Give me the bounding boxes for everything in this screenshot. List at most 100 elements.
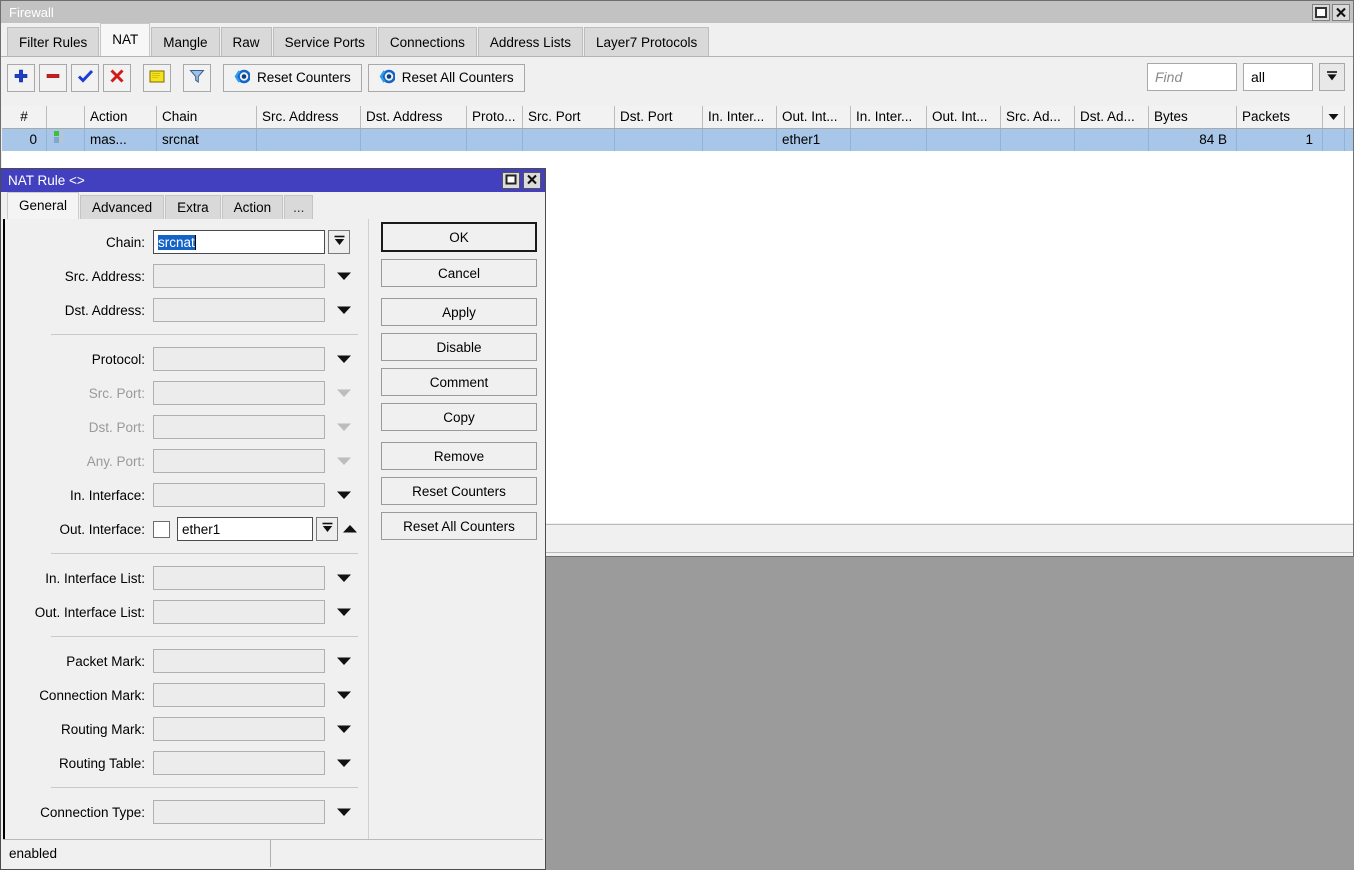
tab-service-ports[interactable]: Service Ports bbox=[273, 27, 377, 56]
input-routing-table[interactable] bbox=[153, 751, 325, 775]
input-any-port[interactable] bbox=[153, 449, 325, 473]
input-src-address[interactable] bbox=[153, 264, 325, 288]
input-in-interface-list[interactable] bbox=[153, 566, 325, 590]
input-out-interface[interactable]: ether1 bbox=[177, 517, 313, 541]
column-header-bytes[interactable]: Bytes bbox=[1149, 106, 1237, 128]
column-header-dst-ad[interactable]: Dst. Ad... bbox=[1075, 106, 1149, 128]
dialog-tab-general[interactable]: General bbox=[7, 192, 79, 219]
tab-mangle[interactable]: Mangle bbox=[151, 27, 219, 56]
label-in-interface-list: In. Interface List: bbox=[5, 571, 153, 586]
column-header-blank-17[interactable] bbox=[1323, 106, 1345, 128]
filter-dropdown-button[interactable] bbox=[1319, 63, 1345, 91]
input-packet-mark[interactable] bbox=[153, 649, 325, 673]
disable-button[interactable] bbox=[103, 64, 131, 92]
cancel-button[interactable]: Cancel bbox=[381, 259, 537, 287]
input-chain[interactable]: srcnat bbox=[153, 230, 325, 254]
close-button[interactable] bbox=[1332, 4, 1350, 21]
input-protocol[interactable] bbox=[153, 347, 325, 371]
dropdown-arrow-in-interface[interactable] bbox=[331, 488, 357, 503]
dropdown-arrow-routing-table[interactable] bbox=[331, 756, 357, 771]
tab-address-lists[interactable]: Address Lists bbox=[478, 27, 583, 56]
dialog-tab-more[interactable]: ... bbox=[284, 195, 313, 219]
dialog-maximize-button[interactable] bbox=[502, 172, 520, 189]
tab-nat[interactable]: NAT bbox=[100, 23, 150, 56]
column-header-src-port[interactable]: Src. Port bbox=[523, 106, 615, 128]
dropdown-arrow-in-interface-list[interactable] bbox=[331, 571, 357, 586]
comment-button[interactable]: Comment bbox=[381, 368, 537, 396]
input-out-interface-list[interactable] bbox=[153, 600, 325, 624]
comment-button[interactable] bbox=[143, 64, 171, 92]
remove-button[interactable]: Remove bbox=[381, 442, 537, 470]
disable-button[interactable]: Disable bbox=[381, 333, 537, 361]
dropdown-arrow-connection-type[interactable] bbox=[331, 805, 357, 820]
dropdown-arrow-any-port[interactable] bbox=[331, 454, 357, 469]
column-header-out-int[interactable]: Out. Int... bbox=[777, 106, 851, 128]
column-header-in-inter[interactable]: In. Inter... bbox=[703, 106, 777, 128]
dropdown-arrow-connection-mark[interactable] bbox=[331, 688, 357, 703]
tab-filter-rules[interactable]: Filter Rules bbox=[7, 27, 99, 56]
remove-button[interactable] bbox=[39, 64, 67, 92]
reset-counters-button[interactable]: Reset Counters bbox=[381, 477, 537, 505]
enable-button[interactable] bbox=[71, 64, 99, 92]
input-connection-mark[interactable] bbox=[153, 683, 325, 707]
dialog-close-button[interactable] bbox=[523, 172, 541, 189]
tab-connections[interactable]: Connections bbox=[378, 27, 477, 56]
column-header-dst-port[interactable]: Dst. Port bbox=[615, 106, 703, 128]
table-body[interactable]: 0mas...srcnatether184 B1 bbox=[2, 129, 1353, 151]
input-src-port[interactable] bbox=[153, 381, 325, 405]
tab-raw[interactable]: Raw bbox=[221, 27, 272, 56]
column-header-packets[interactable]: Packets bbox=[1237, 106, 1323, 128]
table-row[interactable]: 0mas...srcnatether184 B1 bbox=[2, 129, 1353, 151]
cell-src-address bbox=[257, 129, 361, 151]
column-header-src-ad[interactable]: Src. Ad... bbox=[1001, 106, 1075, 128]
dropdown-button-chain[interactable] bbox=[328, 230, 350, 254]
input-dst-address[interactable] bbox=[153, 298, 325, 322]
column-header-src-address[interactable]: Src. Address bbox=[257, 106, 361, 128]
minus-icon bbox=[45, 68, 61, 87]
dropdown-arrow-routing-mark[interactable] bbox=[331, 722, 357, 737]
dialog-tabstrip[interactable]: GeneralAdvancedExtraAction... bbox=[1, 192, 545, 219]
cell-dst-address bbox=[361, 129, 467, 151]
reset-all-counters-button[interactable]: Reset All Counters bbox=[381, 512, 537, 540]
input-routing-mark[interactable] bbox=[153, 717, 325, 741]
negate-toggle-out-interface[interactable] bbox=[338, 522, 362, 537]
dropdown-arrow-dst-address[interactable] bbox=[331, 303, 357, 318]
cell-blank-17 bbox=[1323, 129, 1345, 151]
dropdown-arrow-src-port[interactable] bbox=[331, 386, 357, 401]
dialog-tab-action[interactable]: Action bbox=[222, 195, 284, 219]
dialog-title: NAT Rule <> bbox=[8, 173, 502, 188]
filter-button[interactable] bbox=[183, 64, 211, 92]
dropdown-arrow-protocol[interactable] bbox=[331, 352, 357, 367]
firewall-tabstrip[interactable]: Filter RulesNATMangleRawService PortsCon… bbox=[1, 23, 1353, 57]
input-connection-type[interactable] bbox=[153, 800, 325, 824]
dropdown-button-out-interface[interactable] bbox=[316, 517, 338, 541]
maximize-button[interactable] bbox=[1312, 4, 1330, 21]
ok-button[interactable]: OK bbox=[381, 222, 537, 252]
input-dst-port[interactable] bbox=[153, 415, 325, 439]
checkbox-out-interface[interactable] bbox=[153, 521, 170, 538]
reset-all-counters-button[interactable]: Reset All Counters bbox=[368, 64, 525, 92]
column-header-in-inter[interactable]: In. Inter... bbox=[851, 106, 927, 128]
dropdown-arrow-dst-port[interactable] bbox=[331, 420, 357, 435]
column-header-dst-address[interactable]: Dst. Address bbox=[361, 106, 467, 128]
column-header-proto[interactable]: Proto... bbox=[467, 106, 523, 128]
column-header-blank-1[interactable] bbox=[47, 106, 85, 128]
add-button[interactable] bbox=[7, 64, 35, 92]
copy-button[interactable]: Copy bbox=[381, 403, 537, 431]
tab-layer7-protocols[interactable]: Layer7 Protocols bbox=[584, 27, 709, 56]
column-header-action[interactable]: Action bbox=[85, 106, 157, 128]
dropdown-arrow-out-interface-list[interactable] bbox=[331, 605, 357, 620]
dropdown-arrow-packet-mark[interactable] bbox=[331, 654, 357, 669]
dialog-tab-extra[interactable]: Extra bbox=[165, 195, 221, 219]
search-input[interactable]: Find bbox=[1147, 63, 1237, 91]
reset-counters-button[interactable]: Reset Counters bbox=[223, 64, 362, 92]
column-header-out-int[interactable]: Out. Int... bbox=[927, 106, 1001, 128]
dropdown-arrow-src-address[interactable] bbox=[331, 269, 357, 284]
apply-button[interactable]: Apply bbox=[381, 298, 537, 326]
dialog-tab-advanced[interactable]: Advanced bbox=[80, 195, 164, 219]
input-in-interface[interactable] bbox=[153, 483, 325, 507]
column-header-chain[interactable]: Chain bbox=[157, 106, 257, 128]
label-packet-mark: Packet Mark: bbox=[5, 654, 153, 669]
filter-select[interactable]: all bbox=[1243, 63, 1313, 91]
column-header-[interactable]: # bbox=[2, 106, 47, 128]
